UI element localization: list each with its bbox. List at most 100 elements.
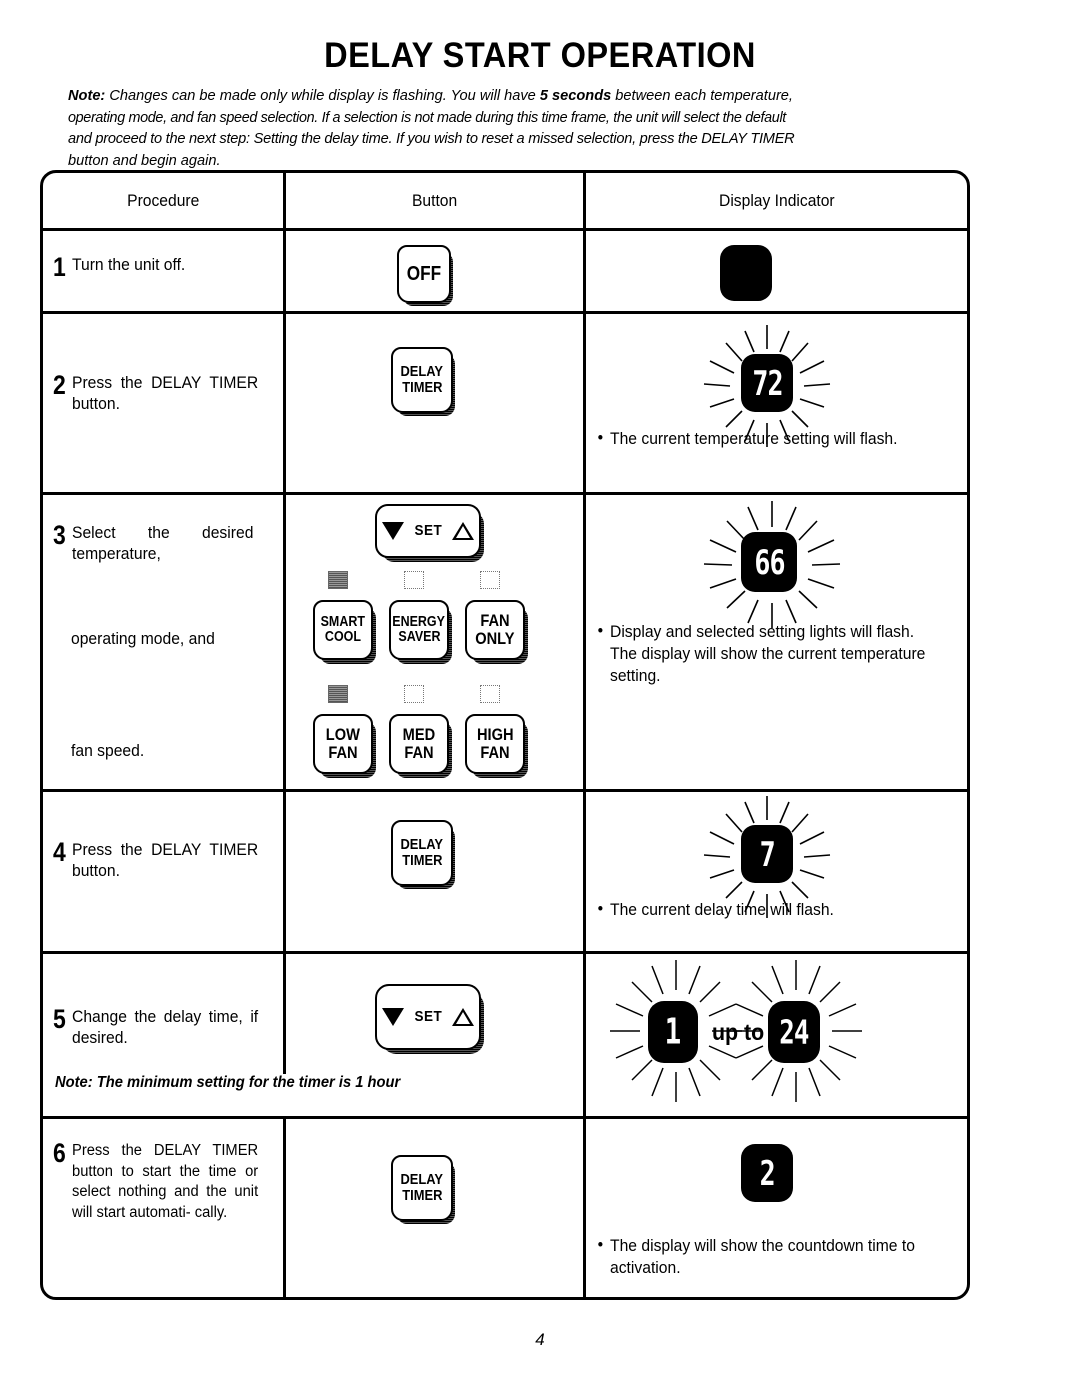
indicator-med-fan: [404, 685, 424, 703]
step-number-6: 6: [53, 1138, 66, 1168]
bullet-dot-icon: •: [597, 429, 604, 447]
energy-saver-label-top: ENERGY: [392, 613, 446, 630]
set-button-5[interactable]: SET: [375, 984, 481, 1050]
cell-button-2: DELAY TIMER: [286, 314, 586, 492]
lcd-value-5-max: 24: [779, 1012, 809, 1052]
down-arrow-icon[interactable]: [381, 1008, 404, 1026]
cell-display-4: 7 • The current delay time will flash.: [586, 792, 967, 951]
step-2-text: 2 Press the DELAY TIMER button.: [53, 370, 268, 415]
indicator-low-fan: [328, 685, 348, 703]
procedure-table: Procedure Button Display Indicator 1 Tur…: [40, 170, 970, 1300]
cell-display-5: 1 up to 24: [586, 954, 967, 1116]
lcd-display-5-max: 24: [768, 1001, 820, 1063]
step-label-1: Turn the unit off.: [72, 256, 186, 274]
page-title: DELAY START OPERATION: [324, 36, 756, 75]
energy-saver-button[interactable]: ENERGY SAVER: [389, 600, 449, 660]
display-caption-2: • The current temperature setting will f…: [598, 428, 933, 450]
delay-timer-label-top-4: DELAY: [400, 836, 444, 854]
table-header-row: Procedure Button Display Indicator: [43, 173, 967, 231]
down-arrow-icon[interactable]: [381, 522, 404, 540]
step-5-text: 5 Change the delay time, if desired.: [53, 1006, 268, 1049]
display-caption-6: • The display will show the countdown ti…: [598, 1235, 938, 1279]
step-label-3: Select the desired temperature,: [72, 524, 254, 563]
low-fan-label-bottom: FAN: [328, 743, 358, 762]
cell-button-6: DELAY TIMER: [286, 1119, 586, 1297]
step-1-text: 1 Turn the unit off.: [53, 252, 278, 282]
smart-cool-label-top: SMART: [320, 613, 366, 630]
lcd-display-4: 7: [741, 825, 793, 883]
low-fan-button[interactable]: LOW FAN: [313, 714, 373, 774]
step-label-6: Press the DELAY TIMER button to start th…: [72, 1142, 259, 1221]
intro-note-line4: button and begin again.: [68, 152, 221, 169]
smart-cool-button[interactable]: SMART COOL: [313, 600, 373, 660]
delay-timer-label-top-6: DELAY: [400, 1171, 444, 1189]
cell-procedure-5: 5 Change the delay time, if desired. Not…: [43, 954, 400, 1116]
lcd-value-3: 66: [753, 541, 785, 583]
header-label-button: Button: [411, 190, 458, 210]
up-arrow-icon[interactable]: [452, 522, 475, 540]
display-caption-4: • The current delay time will flash.: [598, 899, 933, 921]
delay-timer-button-4[interactable]: DELAY TIMER: [391, 820, 453, 886]
step-label-4: Press the DELAY TIMER button.: [72, 841, 259, 880]
indicator-smart-cool: [328, 571, 348, 589]
high-fan-button[interactable]: HIGH FAN: [465, 714, 525, 774]
intro-note-lead: Note:: [68, 88, 106, 104]
energy-saver-label-bottom: SAVER: [397, 629, 441, 645]
table-row-step-6: 6 Press the DELAY TIMER button to start …: [43, 1119, 967, 1297]
lcd-display-3: 66: [741, 532, 797, 592]
bullet-dot-icon: •: [597, 1236, 604, 1254]
low-fan-label-top: LOW: [325, 725, 361, 745]
intro-note: Note: Changes can be made only while dis…: [68, 86, 916, 172]
lcd-value-4: 7: [759, 833, 775, 875]
high-fan-label-bottom: FAN: [480, 743, 510, 762]
display-caption-text-4: The current delay time will flash.: [610, 901, 834, 919]
display-caption-text-6: The display will show the countdown time…: [610, 1237, 915, 1277]
fan-only-button[interactable]: FAN ONLY: [465, 600, 525, 660]
header-cell-display: Display Indicator: [586, 173, 967, 228]
delay-timer-button-2[interactable]: DELAY TIMER: [391, 347, 453, 413]
step-number-1: 1: [53, 252, 66, 282]
lcd-display-off: [720, 245, 772, 301]
step-label-2: Press the DELAY TIMER button.: [72, 374, 259, 413]
step-label-5: Change the delay time, if desired.: [72, 1008, 259, 1047]
intro-note-emphasis: 5 seconds: [539, 88, 612, 104]
step-number-2: 2: [53, 370, 66, 400]
display-caption-text-3: Display and selected setting lights will…: [610, 623, 926, 685]
intro-note-line3: and proceed to the next step: Setting th…: [68, 131, 795, 147]
indicator-energy-saver: [404, 571, 424, 589]
set-button-3[interactable]: SET: [375, 504, 481, 558]
up-to-label: up to: [711, 1019, 765, 1045]
delay-timer-label-bottom-6: TIMER: [401, 1187, 443, 1204]
header-label-display-indicator: Display Indicator: [718, 190, 835, 210]
off-button[interactable]: OFF: [397, 245, 451, 303]
header-label-procedure: Procedure: [126, 190, 200, 210]
cell-procedure-1: 1 Turn the unit off.: [43, 231, 286, 311]
lcd-display-5-min: 1: [648, 1001, 698, 1063]
delay-timer-label-bottom-4: TIMER: [401, 852, 443, 869]
step-6-text: 6 Press the DELAY TIMER button to start …: [53, 1138, 268, 1223]
off-button-label: OFF: [406, 262, 442, 285]
display-caption-text-2: The current temperature setting will fla…: [610, 430, 898, 448]
up-arrow-icon[interactable]: [452, 1008, 475, 1026]
display-caption-3: • Display and selected setting lights wi…: [598, 621, 943, 687]
indicator-fan-only: [480, 571, 500, 589]
header-cell-procedure: Procedure: [43, 173, 286, 228]
bullet-dot-icon: •: [597, 900, 604, 918]
page-number: 4: [535, 1330, 545, 1349]
cell-display-2: 72 • The current temperature setting wil…: [586, 314, 967, 492]
step-3-subline-mode: operating mode, and: [71, 630, 215, 648]
lcd-value-2: 72: [751, 362, 783, 404]
med-fan-button[interactable]: MED FAN: [389, 714, 449, 774]
cell-button-4: DELAY TIMER: [286, 792, 586, 951]
document-page: DELAY START OPERATION Note: Changes can …: [0, 0, 1080, 1397]
intro-note-line2: operating mode, and fan speed selection.…: [68, 109, 786, 126]
cell-procedure-3: 3 Select the desired temperature, operat…: [43, 495, 286, 789]
cell-display-1: [586, 231, 967, 311]
intro-note-line1a: Changes can be made only while display i…: [105, 88, 540, 104]
step-3-subline-fan: fan speed.: [71, 742, 145, 760]
table-row-step-5: 5 Change the delay time, if desired. Not…: [43, 954, 967, 1119]
delay-timer-label-bottom-2: TIMER: [401, 379, 443, 396]
delay-timer-button-6[interactable]: DELAY TIMER: [391, 1155, 453, 1221]
lcd-display-6: 2: [741, 1144, 793, 1202]
table-row-step-3: 3 Select the desired temperature, operat…: [43, 495, 967, 792]
